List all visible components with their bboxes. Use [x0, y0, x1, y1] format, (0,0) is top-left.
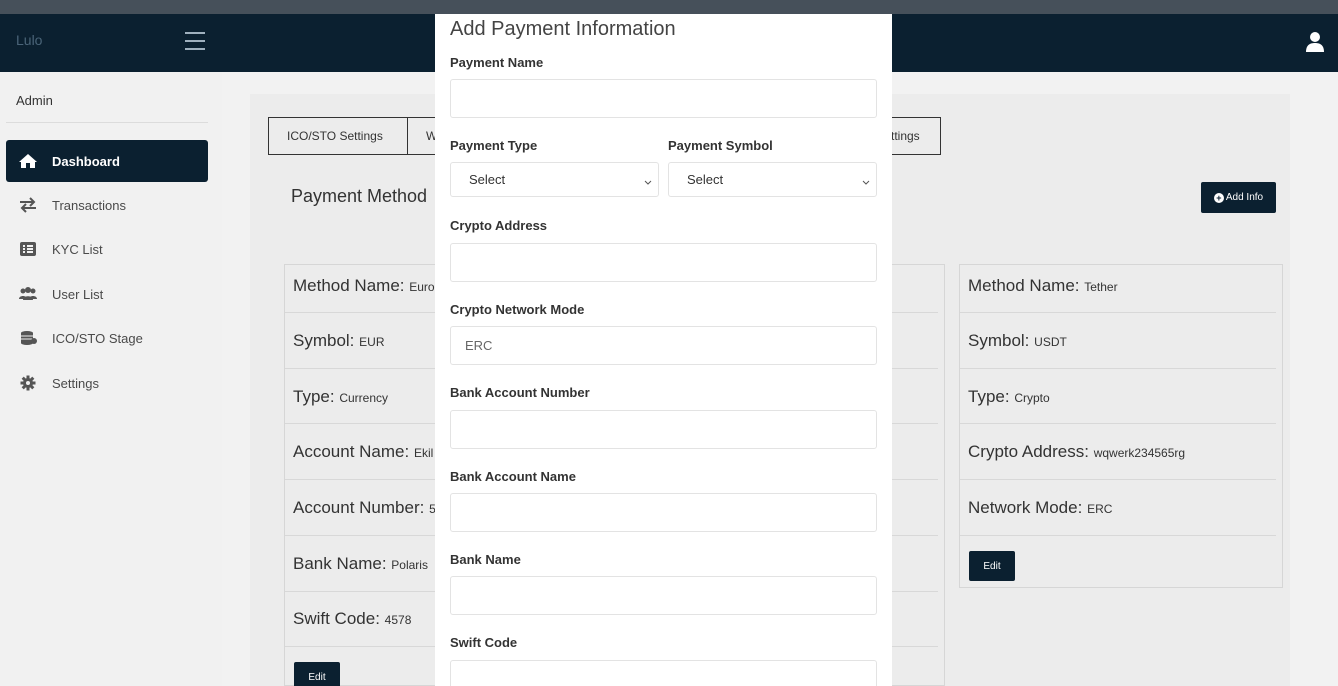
card-row: Type: Crypto [968, 387, 1050, 406]
sidebar-item-label: ICO/STO Stage [52, 330, 143, 346]
sidebar: Admin Dashboard Transactions KYC List Us… [0, 72, 222, 686]
bank-name-input[interactable] [450, 576, 877, 615]
exchange-icon [18, 197, 38, 213]
sidebar-divider [6, 122, 208, 123]
add-info-label: Add Info [1225, 192, 1264, 203]
card-row: Symbol: USDT [968, 331, 1067, 350]
gear-icon [18, 375, 38, 391]
card-row: Crypto Address: wqwerk234565rg [968, 442, 1186, 461]
bank-account-name-label: Bank Account Name [450, 469, 576, 484]
card-row: Symbol: EUR [293, 331, 385, 350]
card-row: Swift Code: 4578 [293, 609, 412, 628]
sidebar-item-ico-sto-stage[interactable]: ICO/STO Stage [6, 318, 208, 358]
crypto-address-label: Crypto Address [450, 218, 548, 233]
add-payment-modal: Add Payment Information Payment Name Pay… [435, 14, 892, 686]
home-icon [18, 153, 38, 169]
edit-button[interactable]: Edit [969, 551, 1015, 581]
plus-circle-icon: + [1213, 192, 1224, 203]
coins-icon [18, 330, 38, 346]
network-mode-label: Crypto Network Mode [450, 302, 585, 317]
brand-logo[interactable]: Lulo [16, 32, 42, 48]
card-row: Account Number: 5 [293, 498, 436, 517]
sidebar-item-user-list[interactable]: User List [6, 274, 208, 314]
payment-symbol-select[interactable]: Select [668, 162, 877, 197]
card-row: Method Name: Tether [968, 276, 1118, 295]
network-mode-input[interactable]: ERC [450, 326, 877, 365]
card-row: Method Name: Euro [293, 276, 435, 295]
users-icon [18, 286, 38, 302]
bank-name-label: Bank Name [450, 552, 521, 567]
bank-account-number-input[interactable] [450, 410, 877, 449]
section-title: Payment Method [291, 186, 428, 206]
modal-title: Add Payment Information [450, 18, 676, 40]
sidebar-item-kyc-list[interactable]: KYC List [6, 229, 208, 269]
swift-code-input[interactable] [450, 660, 877, 686]
card-row: Type: Currency [293, 387, 389, 406]
chevron-down-icon [644, 174, 652, 185]
payment-symbol-label: Payment Symbol [668, 138, 773, 153]
list-icon [18, 241, 38, 257]
tab-ico-sto-settings[interactable]: ICO/STO Settings [268, 117, 408, 155]
card-row: Bank Name: Polaris [293, 554, 428, 573]
sidebar-item-label: Dashboard [52, 153, 120, 169]
payment-symbol-value: Select [687, 172, 724, 187]
payment-type-value: Select [469, 172, 506, 187]
payment-name-input[interactable] [450, 79, 877, 118]
sidebar-item-transactions[interactable]: Transactions [6, 185, 208, 225]
sidebar-item-label: User List [52, 286, 104, 302]
payment-method-card: Method Name: Tether Symbol: USDT Type: C… [959, 264, 1283, 588]
window-top-strip [0, 0, 1338, 14]
add-info-button[interactable]: + Add Info [1201, 182, 1276, 213]
swift-code-label: Swift Code [450, 635, 518, 650]
payment-type-select[interactable]: Select [450, 162, 659, 197]
user-icon[interactable] [1306, 31, 1324, 53]
edit-button[interactable]: Edit [294, 662, 340, 686]
sidebar-item-dashboard[interactable]: Dashboard [6, 140, 208, 182]
bank-account-number-label: Bank Account Number [450, 385, 590, 400]
payment-type-label: Payment Type [450, 138, 538, 153]
bank-account-name-input[interactable] [450, 493, 877, 532]
crypto-address-input[interactable] [450, 243, 877, 282]
chevron-down-icon [862, 174, 870, 185]
payment-name-label: Payment Name [450, 55, 544, 70]
hamburger-menu-icon[interactable] [185, 32, 205, 50]
card-row: Network Mode: ERC [968, 498, 1113, 517]
sidebar-item-label: KYC List [52, 241, 103, 257]
sidebar-item-settings[interactable]: Settings [6, 363, 208, 403]
card-row: Account Name: Ekil [293, 442, 434, 461]
admin-label: Admin [16, 93, 53, 108]
sidebar-item-label: Transactions [52, 197, 126, 213]
sidebar-item-label: Settings [52, 375, 99, 391]
